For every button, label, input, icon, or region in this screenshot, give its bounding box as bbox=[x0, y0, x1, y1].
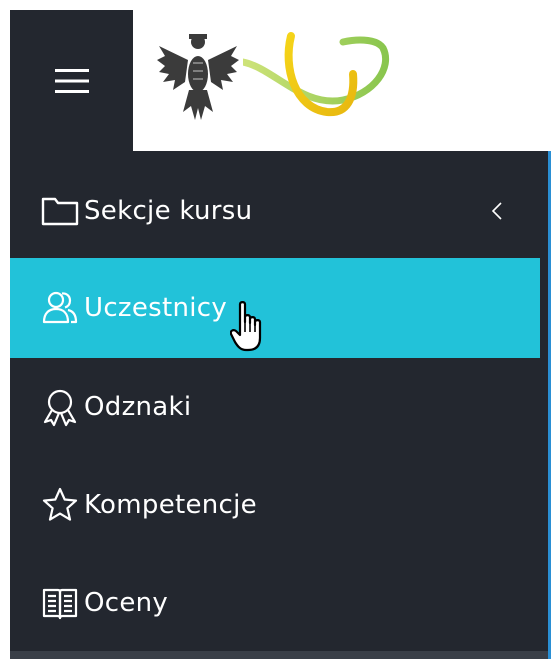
users-icon bbox=[40, 288, 80, 328]
sidebar-item-uczestnicy[interactable]: Uczestnicy bbox=[10, 258, 540, 358]
menu-toggle-button[interactable] bbox=[10, 10, 133, 151]
sidebar-item-odznaki[interactable]: Odznaki bbox=[10, 357, 540, 457]
sidebar-item-label: Oceny bbox=[84, 588, 169, 618]
sidebar-item-label: Sekcje kursu bbox=[84, 196, 253, 226]
sidebar-item-label: Kompetencje bbox=[84, 490, 257, 520]
book-icon bbox=[40, 583, 80, 623]
chevron-left-icon[interactable] bbox=[490, 200, 504, 222]
star-icon bbox=[40, 485, 80, 525]
sidebar-item-oceny[interactable]: Oceny bbox=[10, 553, 540, 653]
hand-pointer-cursor-icon bbox=[230, 301, 262, 352]
sidebar-item-sekcje-kursu[interactable]: Sekcje kursu bbox=[10, 161, 540, 261]
sidebar-item-label: Odznaki bbox=[84, 392, 192, 422]
sidebar-nav: Sekcje kursu Uczestnicy Odznaki Kompeten… bbox=[10, 151, 548, 659]
sidebar-item-label: Uczestnicy bbox=[84, 293, 228, 323]
sidebar-item-kompetencje[interactable]: Kompetencje bbox=[10, 455, 540, 555]
header-logo-area bbox=[133, 10, 548, 151]
content-edge-line bbox=[548, 151, 551, 659]
swoosh-logo bbox=[243, 32, 390, 117]
sidebar-bottom-bar bbox=[10, 651, 548, 659]
eagle-emblem-logo bbox=[157, 34, 239, 120]
hamburger-menu-icon bbox=[54, 68, 89, 93]
badge-icon bbox=[40, 387, 80, 427]
folder-icon bbox=[40, 191, 80, 231]
app-window: Sekcje kursu Uczestnicy Odznaki Kompeten… bbox=[0, 0, 555, 659]
